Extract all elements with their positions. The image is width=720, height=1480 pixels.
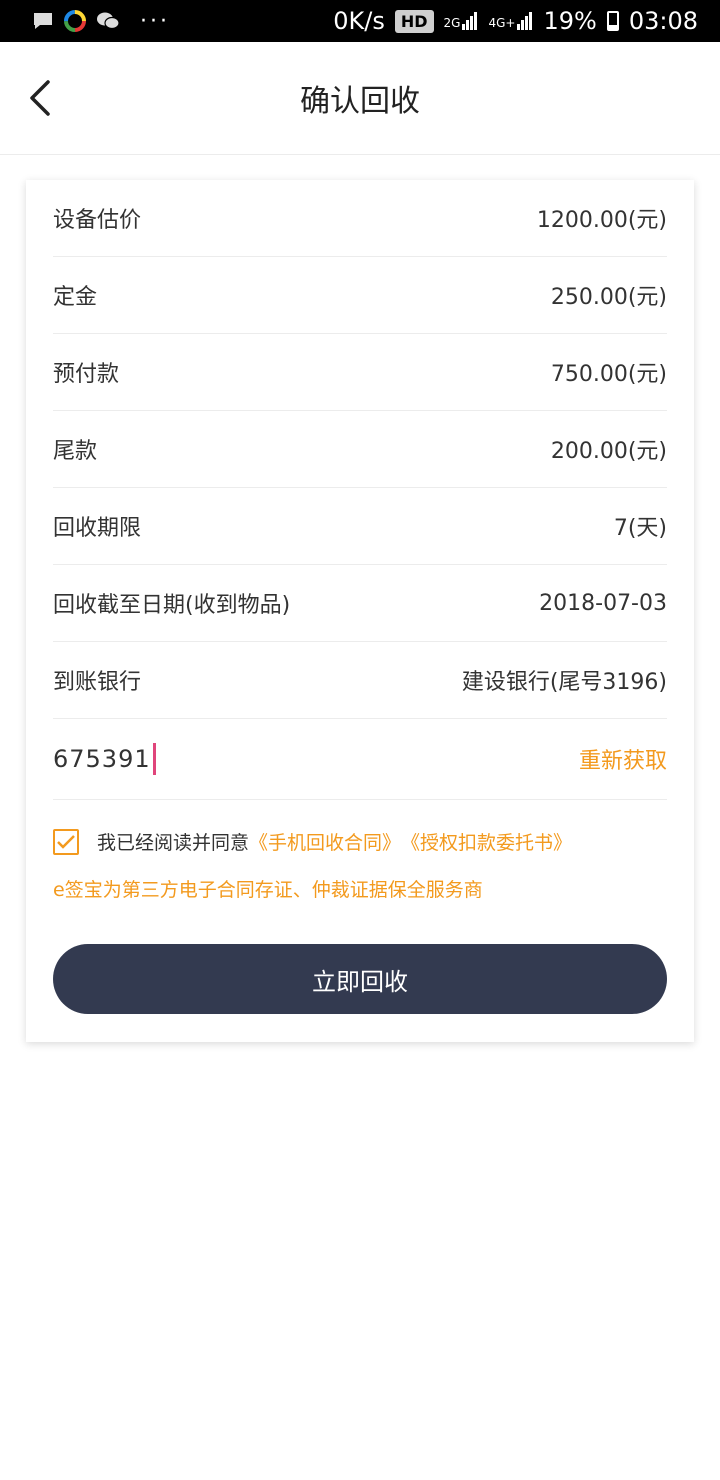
checkmark-icon [57,834,75,849]
detail-label: 尾款 [53,439,98,464]
detail-value: 1200.00(元) [536,208,667,233]
resend-code-button[interactable]: 重新获取 [579,743,667,775]
contract-link[interactable]: 《手机回收合同》 [249,828,401,855]
app-ring-icon [64,10,86,32]
detail-label: 定金 [53,285,98,310]
verification-code-value: 675391 [53,745,151,773]
detail-row-period: 回收期限 7(天) [53,488,667,565]
header: 确认回收 [0,42,720,155]
signal-2g: 2G [444,12,479,30]
detail-value: 250.00(元) [550,285,667,310]
detail-label: 回收截至日期(收到物品) [53,593,291,618]
detail-row-balance: 尾款 200.00(元) [53,411,667,488]
network-type-4g: 4G+ [488,16,516,30]
hd-badge: HD [394,9,434,33]
detail-value: 建设银行(尾号3196) [461,670,667,695]
signal-4g: 4G+ [488,12,533,30]
detail-row-prepayment: 预付款 750.00(元) [53,334,667,411]
detail-label: 回收期限 [53,516,142,541]
signal-bars-icon [462,12,478,30]
detail-label: 设备估价 [53,208,142,233]
more-notifications-icon: ··· [140,8,170,34]
message-icon [32,10,54,32]
detail-row-deadline: 回收截至日期(收到物品) 2018-07-03 [53,565,667,642]
recycle-summary-card: 设备估价 1200.00(元) 定金 250.00(元) 预付款 750.00(… [26,180,694,1042]
detail-value: 750.00(元) [550,362,667,387]
status-bar: ··· 0K/s HD 2G 4G+ 19% 03:08 [0,0,720,42]
detail-value: 200.00(元) [550,439,667,464]
verification-row: 675391 重新获取 [53,719,667,800]
page-title: 确认回收 [300,84,420,119]
detail-label: 预付款 [53,362,120,387]
esign-notice: e签宝为第三方电子合同存证、仲裁证据保全服务商 [53,879,483,901]
detail-row-bank: 到账银行 建设银行(尾号3196) [53,642,667,719]
verification-code-input[interactable]: 675391 [53,743,156,775]
agreement-checkbox[interactable] [53,828,79,855]
detail-label: 到账银行 [53,670,142,695]
authorization-link[interactable]: 《授权扣款委托书》 [401,828,572,855]
wechat-icon [96,10,120,32]
detail-value: 7(天) [613,516,667,541]
agreement-text: 我已经阅读并同意 [97,832,250,854]
battery-percent: 19% [543,7,597,35]
detail-row-deposit: 定金 250.00(元) [53,257,667,334]
recycle-now-button[interactable]: 立即回收 [53,944,667,1014]
agreement-row: 我已经阅读并同意 《手机回收合同》 《授权扣款委托书》 [53,828,667,855]
network-speed: 0K/s [333,7,385,35]
detail-row-device-estimate: 设备估价 1200.00(元) [53,180,667,257]
detail-value: 2018-07-03 [539,590,667,616]
battery-icon [606,11,619,31]
signal-bars-icon [517,12,533,30]
text-caret [152,743,156,775]
network-type-2g: 2G [443,16,461,30]
clock: 03:08 [628,7,698,35]
